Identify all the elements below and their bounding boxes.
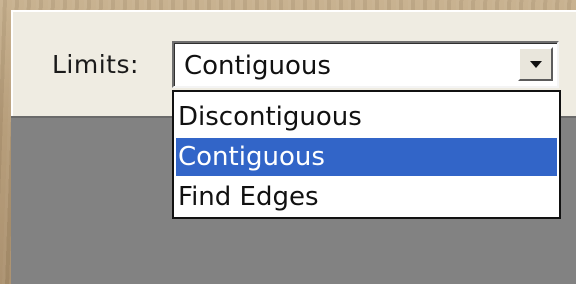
limits-dropdown-button[interactable]	[518, 47, 553, 81]
limits-label: Limits:	[52, 50, 139, 79]
limits-select-value: Contiguous	[184, 51, 331, 81]
limits-option-find-edges[interactable]: Find Edges	[176, 178, 557, 216]
limits-option-contiguous[interactable]: Contiguous	[176, 138, 557, 176]
triangle-down-icon	[530, 61, 542, 68]
limits-option-discontiguous[interactable]: Discontiguous	[176, 98, 557, 136]
limits-select[interactable]: Contiguous	[172, 41, 559, 88]
limits-dropdown-list: Discontiguous Contiguous Find Edges	[172, 90, 561, 219]
